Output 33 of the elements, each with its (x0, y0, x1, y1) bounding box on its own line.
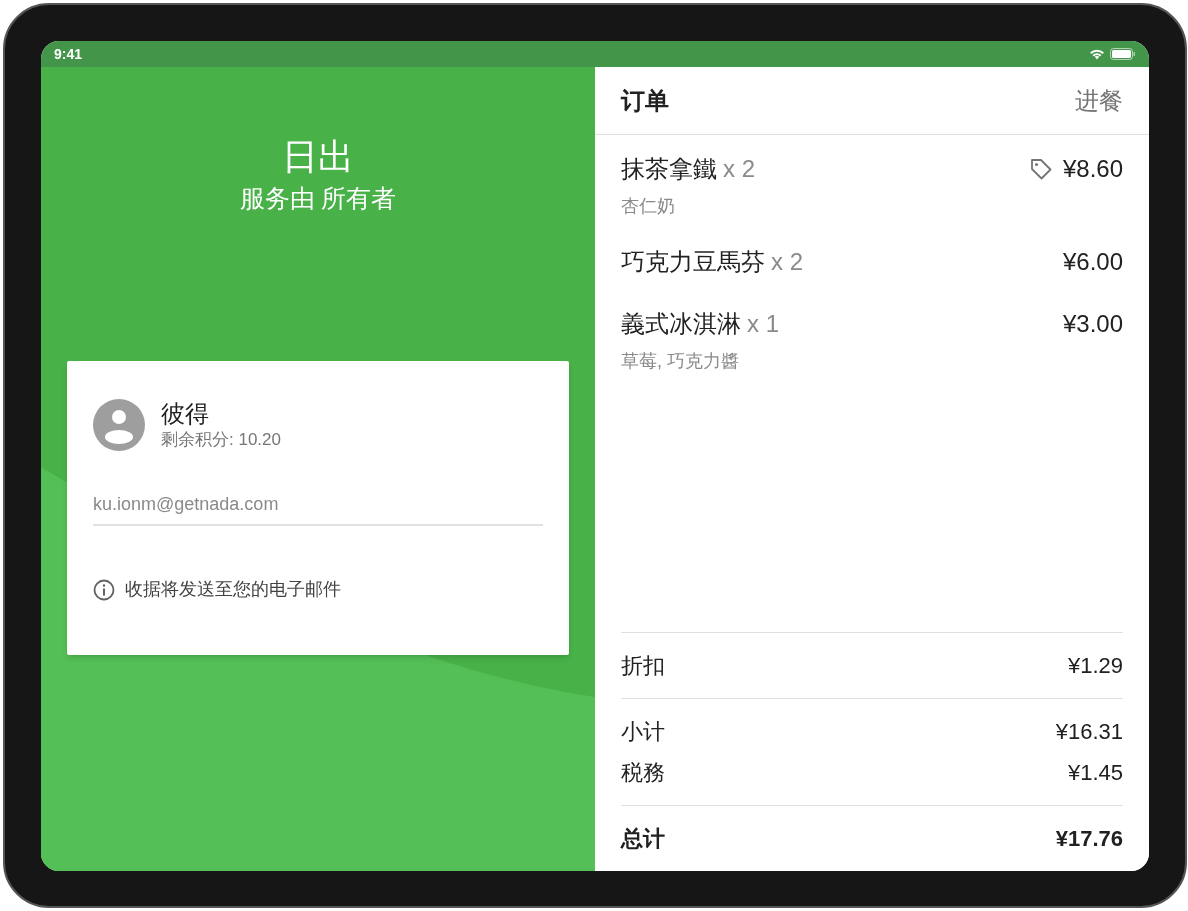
summary-label: 小计 (621, 718, 665, 746)
item-price: ¥3.00 (1062, 309, 1123, 339)
receipt-note: 收据将发送至您的电子邮件 (125, 578, 341, 601)
summary-value: ¥1.29 (1067, 652, 1123, 680)
item-quantity: x 1 (747, 309, 779, 339)
email-field[interactable]: ku.ionm@getnada.com (93, 491, 543, 526)
summary-label: 总计 (621, 825, 665, 853)
item-name: 抹茶拿鐵 (621, 154, 717, 184)
item-quantity: x 2 (771, 247, 803, 277)
battery-icon (1110, 48, 1136, 60)
status-time: 9:41 (54, 44, 83, 64)
dining-mode[interactable]: 进餐 (1075, 82, 1123, 119)
summary-label: 折扣 (621, 652, 665, 680)
item-name: 義式冰淇淋 (621, 309, 741, 339)
summary-value: ¥1.45 (1067, 759, 1123, 787)
order-title: 订单 (621, 85, 669, 116)
item-price: ¥8.60 (1062, 154, 1123, 184)
summary-value: ¥17.76 (1055, 825, 1123, 853)
item-price: ¥6.00 (1062, 247, 1123, 277)
summary-value: ¥16.31 (1055, 718, 1123, 746)
item-quantity: x 2 (723, 154, 755, 184)
avatar-icon (93, 399, 145, 451)
item-name: 巧克力豆馬芬 (621, 247, 765, 277)
item-options: 草莓, 巧克力醬 (621, 348, 1123, 375)
summary-label: 税務 (621, 759, 665, 787)
tag-icon (1028, 157, 1053, 181)
item-options: 杏仁奶 (621, 193, 1123, 220)
store-name: 日出 (282, 135, 354, 179)
info-icon (93, 578, 115, 601)
points-balance: 剩余积分: 10.20 (161, 429, 281, 451)
wifi-icon (1089, 48, 1105, 60)
store-subtitle: 服务由 所有者 (239, 183, 397, 214)
customer-name: 彼得 (161, 399, 210, 429)
